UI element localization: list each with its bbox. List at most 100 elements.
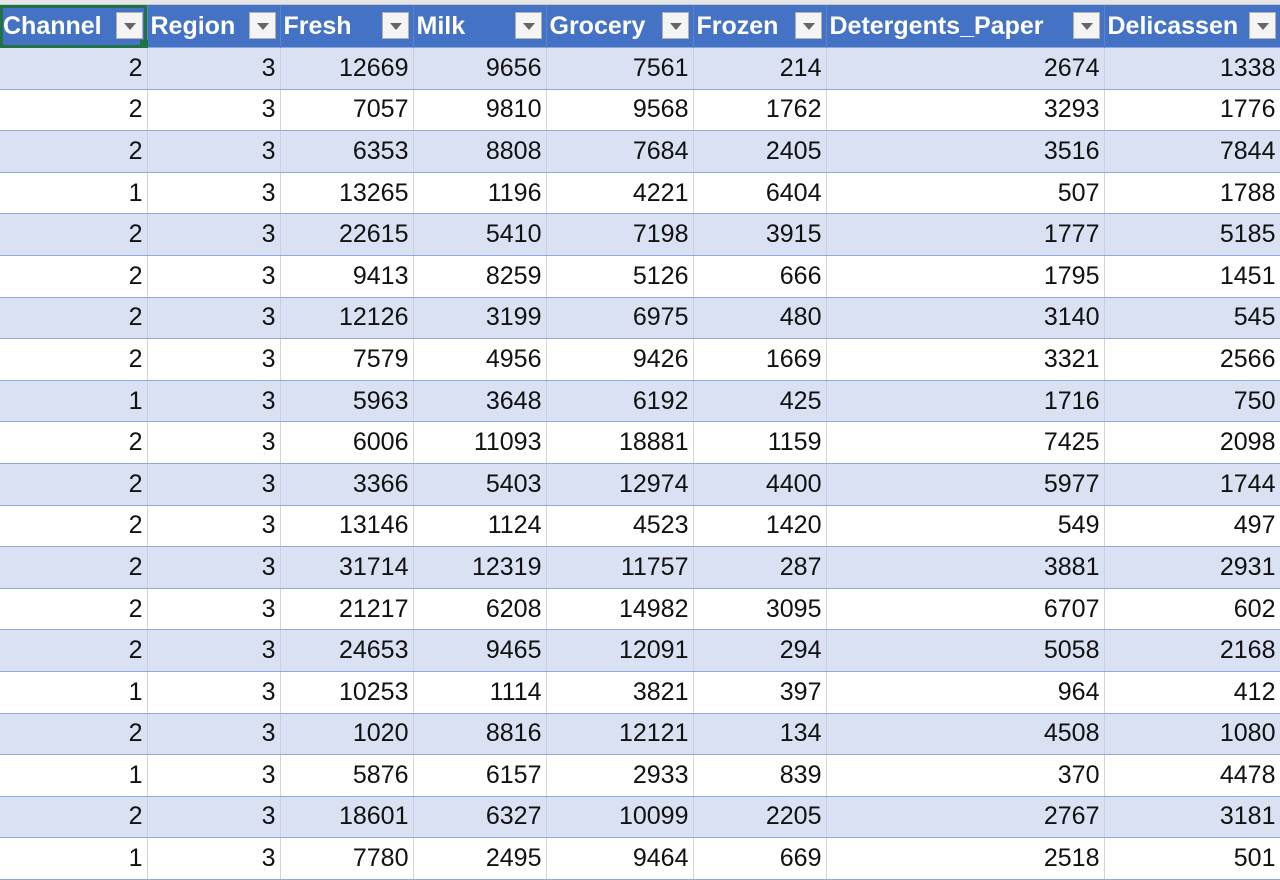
cell-fresh[interactable]: 7057: [280, 88, 414, 132]
cell-detergents_paper[interactable]: 7425: [826, 421, 1105, 464]
cell-delicassen[interactable]: 7844: [1104, 130, 1280, 173]
cell-channel[interactable]: 2: [0, 504, 148, 548]
cell-grocery[interactable]: 3821: [546, 670, 694, 714]
cell-grocery[interactable]: 14982: [546, 587, 694, 631]
cell-frozen[interactable]: 397: [693, 670, 827, 714]
cell-delicassen[interactable]: 1451: [1104, 254, 1280, 298]
cell-milk[interactable]: 11093: [413, 421, 547, 464]
cell-delicassen[interactable]: 2098: [1104, 421, 1280, 464]
filter-dropdown-icon[interactable]: [514, 12, 542, 39]
cell-frozen[interactable]: 4400: [693, 462, 827, 506]
cell-channel[interactable]: 2: [0, 587, 148, 631]
filter-dropdown-icon[interactable]: [381, 12, 409, 39]
cell-channel[interactable]: 1: [0, 379, 148, 423]
cell-region[interactable]: 3: [147, 670, 281, 714]
cell-fresh[interactable]: 9413: [280, 254, 414, 298]
cell-region[interactable]: 3: [147, 47, 281, 90]
cell-region[interactable]: 3: [147, 421, 281, 464]
cell-detergents_paper[interactable]: 964: [826, 670, 1105, 714]
cell-region[interactable]: 3: [147, 338, 281, 381]
cell-region[interactable]: 3: [147, 629, 281, 672]
cell-delicassen[interactable]: 2931: [1104, 546, 1280, 589]
cell-grocery[interactable]: 9464: [546, 837, 694, 880]
cell-grocery[interactable]: 11757: [546, 546, 694, 589]
cell-fresh[interactable]: 18601: [280, 795, 414, 839]
cell-grocery[interactable]: 10099: [546, 795, 694, 839]
cell-frozen[interactable]: 134: [693, 712, 827, 756]
header-cell-region[interactable]: Region: [147, 5, 281, 48]
filter-dropdown-icon[interactable]: [1072, 12, 1100, 39]
cell-channel[interactable]: 2: [0, 47, 148, 90]
cell-delicassen[interactable]: 545: [1104, 296, 1280, 340]
cell-channel[interactable]: 2: [0, 88, 148, 132]
cell-grocery[interactable]: 18881: [546, 421, 694, 464]
cell-fresh[interactable]: 6006: [280, 421, 414, 464]
cell-channel[interactable]: 2: [0, 213, 148, 256]
cell-fresh[interactable]: 24653: [280, 629, 414, 672]
cell-frozen[interactable]: 1420: [693, 504, 827, 548]
cell-milk[interactable]: 6208: [413, 587, 547, 631]
filter-dropdown-icon[interactable]: [794, 12, 822, 39]
cell-fresh[interactable]: 13146: [280, 504, 414, 548]
cell-region[interactable]: 3: [147, 754, 281, 797]
cell-region[interactable]: 3: [147, 171, 281, 215]
cell-detergents_paper[interactable]: 3321: [826, 338, 1105, 381]
cell-milk[interactable]: 5403: [413, 462, 547, 506]
cell-channel[interactable]: 2: [0, 254, 148, 298]
cell-frozen[interactable]: 839: [693, 754, 827, 797]
header-cell-fresh[interactable]: Fresh: [280, 5, 414, 48]
cell-grocery[interactable]: 5126: [546, 254, 694, 298]
cell-region[interactable]: 3: [147, 837, 281, 880]
cell-grocery[interactable]: 7684: [546, 130, 694, 173]
cell-frozen[interactable]: 6404: [693, 171, 827, 215]
cell-milk[interactable]: 9465: [413, 629, 547, 672]
cell-frozen[interactable]: 2205: [693, 795, 827, 839]
cell-grocery[interactable]: 2933: [546, 754, 694, 797]
cell-delicassen[interactable]: 2566: [1104, 338, 1280, 381]
cell-grocery[interactable]: 4523: [546, 504, 694, 548]
cell-fresh[interactable]: 3366: [280, 462, 414, 506]
cell-region[interactable]: 3: [147, 379, 281, 423]
cell-grocery[interactable]: 4221: [546, 171, 694, 215]
cell-frozen[interactable]: 214: [693, 47, 827, 90]
cell-grocery[interactable]: 6975: [546, 296, 694, 340]
cell-frozen[interactable]: 2405: [693, 130, 827, 173]
cell-frozen[interactable]: 1159: [693, 421, 827, 464]
cell-grocery[interactable]: 12121: [546, 712, 694, 756]
cell-detergents_paper[interactable]: 507: [826, 171, 1105, 215]
cell-milk[interactable]: 1124: [413, 504, 547, 548]
header-cell-grocery[interactable]: Grocery: [546, 5, 694, 48]
cell-detergents_paper[interactable]: 3881: [826, 546, 1105, 589]
cell-channel[interactable]: 2: [0, 130, 148, 173]
header-cell-delicassen[interactable]: Delicassen: [1104, 5, 1280, 48]
cell-region[interactable]: 3: [147, 795, 281, 839]
cell-fresh[interactable]: 12126: [280, 296, 414, 340]
cell-region[interactable]: 3: [147, 587, 281, 631]
cell-delicassen[interactable]: 1776: [1104, 88, 1280, 132]
cell-channel[interactable]: 2: [0, 462, 148, 506]
cell-fresh[interactable]: 31714: [280, 546, 414, 589]
cell-channel[interactable]: 2: [0, 296, 148, 340]
cell-fresh[interactable]: 6353: [280, 130, 414, 173]
cell-region[interactable]: 3: [147, 712, 281, 756]
cell-fresh[interactable]: 12669: [280, 47, 414, 90]
cell-grocery[interactable]: 12974: [546, 462, 694, 506]
cell-delicassen[interactable]: 750: [1104, 379, 1280, 423]
cell-detergents_paper[interactable]: 1777: [826, 213, 1105, 256]
cell-channel[interactable]: 2: [0, 338, 148, 381]
header-cell-detergents_paper[interactable]: Detergents_Paper: [826, 5, 1105, 48]
filter-dropdown-icon[interactable]: [661, 12, 689, 39]
cell-fresh[interactable]: 1020: [280, 712, 414, 756]
filter-dropdown-icon[interactable]: [248, 12, 276, 39]
cell-detergents_paper[interactable]: 5058: [826, 629, 1105, 672]
cell-milk[interactable]: 2495: [413, 837, 547, 880]
cell-frozen[interactable]: 425: [693, 379, 827, 423]
cell-grocery[interactable]: 7198: [546, 213, 694, 256]
cell-region[interactable]: 3: [147, 462, 281, 506]
cell-delicassen[interactable]: 1788: [1104, 171, 1280, 215]
cell-milk[interactable]: 9656: [413, 47, 547, 90]
cell-delicassen[interactable]: 602: [1104, 587, 1280, 631]
cell-milk[interactable]: 4956: [413, 338, 547, 381]
filter-dropdown-icon[interactable]: [115, 12, 143, 39]
cell-fresh[interactable]: 5876: [280, 754, 414, 797]
